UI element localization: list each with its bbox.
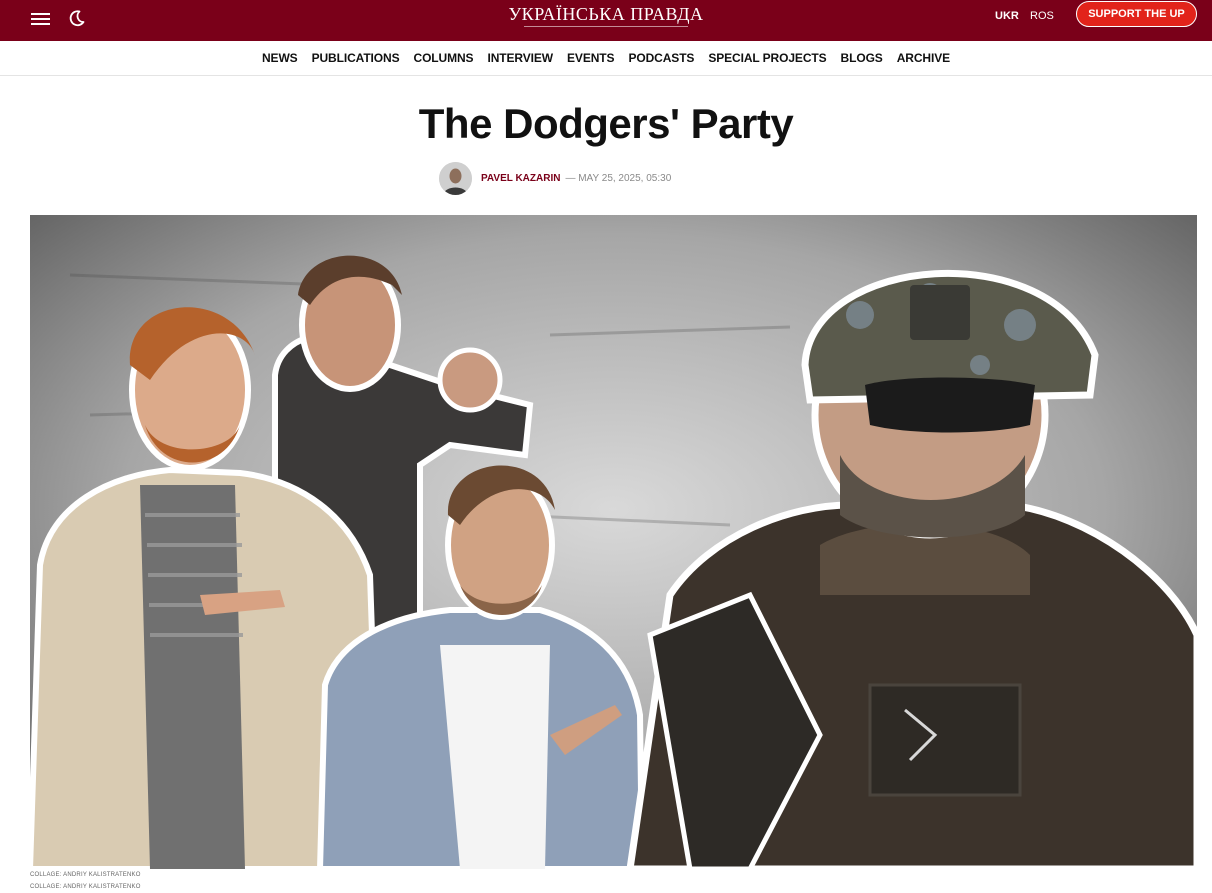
support-button[interactable]: SUPPORT THE UP — [1076, 1, 1197, 27]
image-caption-repeat: COLLAGE: ANDRIY KALISTRATENKO — [30, 884, 141, 890]
nav-item-blogs[interactable]: BLOGS — [841, 51, 883, 65]
byline: PAVEL KAZARIN — MAY 25, 2025, 05:30 — [439, 160, 671, 196]
logo-text: УКРАЇНСЬКА ПРАВДА — [508, 4, 704, 24]
nav-item-events[interactable]: EVENTS — [567, 51, 615, 65]
image-caption: COLLAGE: ANDRIY KALISTRATENKO — [30, 872, 141, 878]
nav-item-special-projects[interactable]: SPECIAL PROJECTS — [708, 51, 826, 65]
lang-ros[interactable]: ROS — [1030, 9, 1054, 23]
lang-ukr[interactable]: UKR — [995, 9, 1019, 23]
publish-date: — MAY 25, 2025, 05:30 — [565, 172, 672, 184]
nav-item-archive[interactable]: ARCHIVE — [897, 51, 950, 65]
main-nav: NEWS PUBLICATIONS COLUMNS INTERVIEW EVEN… — [0, 41, 1212, 76]
author-avatar[interactable] — [439, 161, 472, 195]
nav-item-columns[interactable]: COLUMNS — [414, 51, 474, 65]
top-bar: УКРАЇНСЬКА ПРАВДА UKR ROS SUPPORT THE UP — [0, 0, 1212, 41]
hero-image — [30, 215, 1197, 869]
author-name[interactable]: PAVEL KAZARIN — [481, 173, 560, 184]
nav-item-publications[interactable]: PUBLICATIONS — [312, 51, 400, 65]
nav-item-interview[interactable]: INTERVIEW — [487, 51, 553, 65]
nav-item-podcasts[interactable]: PODCASTS — [628, 51, 694, 65]
logo-underline — [524, 26, 688, 27]
article-title: The Dodgers' Party — [418, 100, 794, 147]
nav-item-news[interactable]: NEWS — [262, 51, 298, 65]
